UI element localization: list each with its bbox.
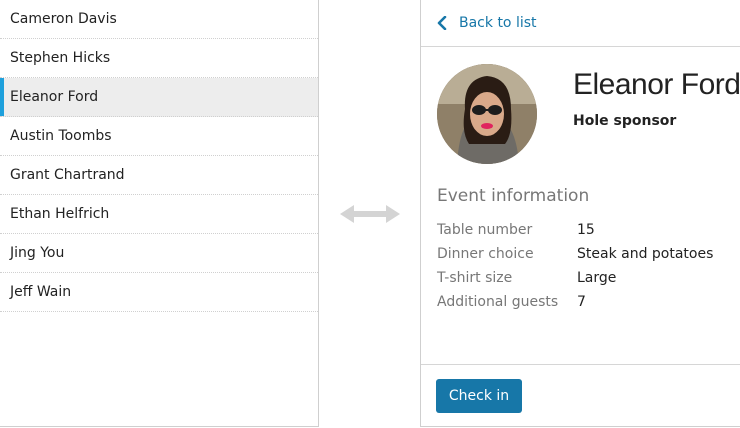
section-title: Event information [437,186,590,206]
info-row: Dinner choice Steak and potatoes [437,242,713,266]
info-value: Steak and potatoes [577,246,714,262]
list-item[interactable]: Grant Chartrand [0,156,318,195]
info-row: Table number 15 [437,218,713,242]
info-value: Large [577,270,617,286]
list-item[interactable]: Jeff Wain [0,273,318,312]
attendee-list: Cameron Davis Stephen Hicks Eleanor Ford… [0,0,319,427]
attendee-role: Hole sponsor [573,113,677,129]
list-item-label: Eleanor Ford [10,89,99,105]
event-info-table: Table number 15 Dinner choice Steak and … [437,218,713,314]
list-item[interactable]: Jing You [0,234,318,273]
list-item-label: Ethan Helfrich [10,206,110,222]
back-to-list-link[interactable]: Back to list [421,0,740,47]
list-item-label: Jing You [10,245,65,261]
attendee-name: Eleanor Ford [573,68,740,101]
list-item-label: Jeff Wain [10,284,72,300]
info-value: 7 [577,294,586,310]
list-item-label: Austin Toombs [10,128,112,144]
list-item-selected[interactable]: Eleanor Ford [0,78,318,117]
info-label: T-shirt size [437,270,513,286]
footer-divider [421,364,740,365]
list-item[interactable]: Stephen Hicks [0,39,318,78]
attendee-detail-panel: Back to list Eleanor Ford Hole sponsor E… [420,0,740,427]
info-label: Table number [437,222,533,238]
list-item-label: Stephen Hicks [10,50,111,66]
list-item-label: Cameron Davis [10,11,117,27]
avatar [437,64,537,164]
back-label: Back to list [459,15,537,31]
list-item[interactable]: Cameron Davis [0,0,318,39]
info-value: 15 [577,222,595,238]
list-item[interactable]: Ethan Helfrich [0,195,318,234]
info-row: Additional guests 7 [437,290,713,314]
list-item-label: Grant Chartrand [10,167,125,183]
info-label: Additional guests [437,294,559,310]
check-in-button[interactable]: Check in [436,379,522,413]
info-label: Dinner choice [437,246,534,262]
info-row: T-shirt size Large [437,266,713,290]
list-item[interactable]: Austin Toombs [0,117,318,156]
chevron-left-icon [437,16,447,30]
double-arrow-icon [340,205,400,223]
